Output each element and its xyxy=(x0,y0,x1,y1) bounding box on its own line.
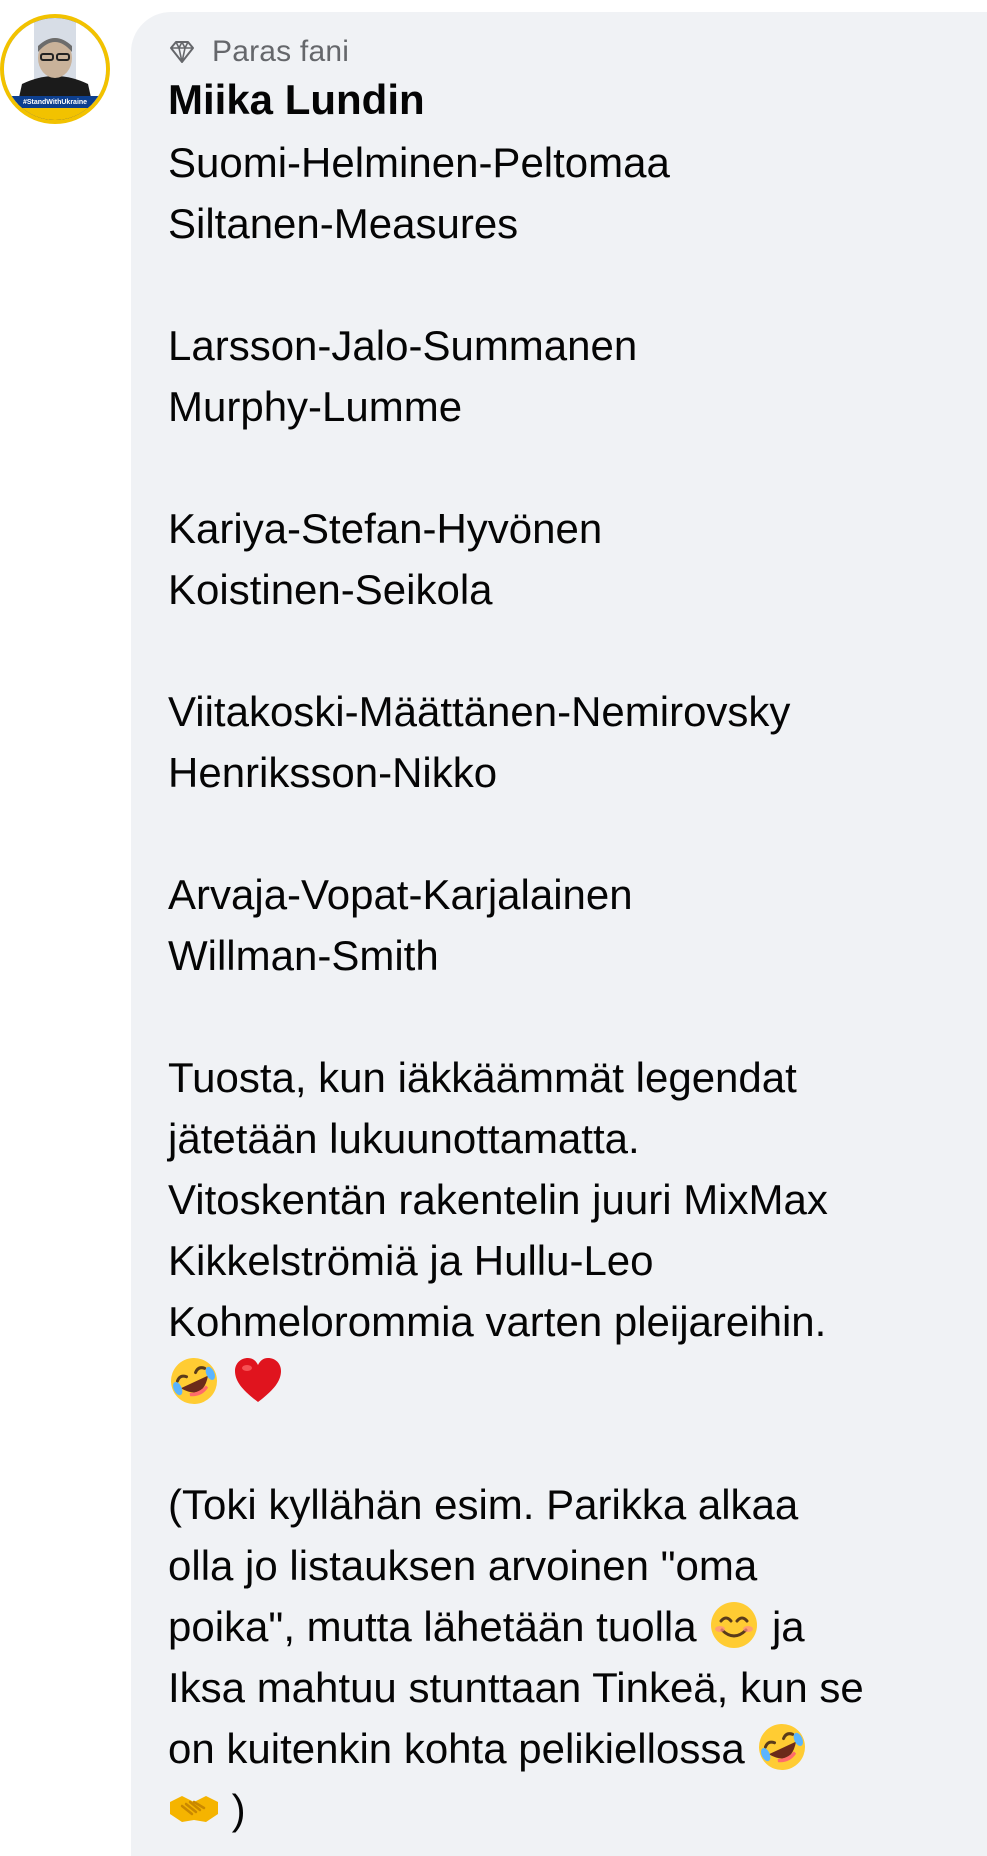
comment-line-with-emoji: ) xyxy=(168,1779,978,1840)
comment-line xyxy=(168,986,978,1047)
comment-line-with-emoji: poika", mutta lähetään tuolla ja xyxy=(168,1596,978,1657)
comment-line: Koistinen-Seikola xyxy=(168,566,493,613)
comment-line: Larsson-Jalo-Summanen xyxy=(168,322,638,369)
rolling-on-floor-laughing-icon xyxy=(759,1724,806,1770)
comment-line: Henriksson-Nikko xyxy=(168,749,498,796)
comment-text: Suomi-Helminen-Peltomaa Siltanen-Measure… xyxy=(168,132,978,1840)
comment-view: #StandWithUkraine Paras fani Miika Lundi… xyxy=(0,0,987,1856)
comment-line xyxy=(168,1413,978,1474)
smiling-face-icon xyxy=(711,1602,758,1648)
red-heart-icon xyxy=(234,1358,281,1402)
avatar-frame-text: #StandWithUkraine xyxy=(22,99,88,106)
comment-line xyxy=(168,254,978,315)
comment-line: olla jo listauksen arvoinen "oma xyxy=(168,1542,758,1589)
comment-line-text: poika", mutta lähetään tuolla xyxy=(168,1603,697,1650)
badge-label: Paras fani xyxy=(212,35,350,68)
comment-line: Arvaja-Vopat-Karjalainen xyxy=(168,871,633,918)
comment-line-text: on kuitenkin kohta pelikiellossa xyxy=(168,1725,745,1772)
comment-line: Kikkelströmiä ja Hullu-Leo xyxy=(168,1237,654,1284)
comment-line: Tuosta, kun iäkkäämmät legendat xyxy=(168,1054,797,1101)
comment-line-text: ja xyxy=(771,1603,805,1650)
comment-line: Willman-Smith xyxy=(168,932,439,979)
comment-line-with-emoji: on kuitenkin kohta pelikiellossa xyxy=(168,1718,978,1779)
avatar-photo: #StandWithUkraine xyxy=(4,18,106,120)
comment-line xyxy=(168,803,978,864)
handshake-icon xyxy=(170,1796,218,1822)
comment-line: Suomi-Helminen-Peltomaa xyxy=(168,139,670,186)
comment-line: Kohmelorommia varten pleijareihin. xyxy=(168,1298,827,1345)
comment-line: (Toki kyllähän esim. Parikka alkaa xyxy=(168,1481,799,1528)
comment-line-text: ) xyxy=(231,1786,246,1833)
comment-line: Viitakoski-Määttänen-Nemirovsky xyxy=(168,688,791,735)
emoji-line xyxy=(168,1352,978,1413)
comment-line: Vitoskentän rakentelin juuri MixMax xyxy=(168,1176,828,1223)
rolling-on-floor-laughing-icon xyxy=(171,1358,217,1404)
comment-line xyxy=(168,620,978,681)
avatar[interactable]: #StandWithUkraine xyxy=(0,14,110,124)
comment-line: Iksa mahtuu stunttaan Tinkeä, kun se xyxy=(168,1664,864,1711)
comment-line: jätetään lukuunottamatta. xyxy=(168,1115,640,1162)
comment-line: Kariya-Stefan-Hyvönen xyxy=(168,505,603,552)
top-fan-badge: Paras fani xyxy=(168,34,349,70)
gem-icon xyxy=(170,41,194,63)
comment-line xyxy=(168,437,978,498)
comment-line: Murphy-Lumme xyxy=(168,383,463,430)
comment-line: Siltanen-Measures xyxy=(168,200,519,247)
comment-author[interactable]: Miika Lundin xyxy=(168,76,425,124)
